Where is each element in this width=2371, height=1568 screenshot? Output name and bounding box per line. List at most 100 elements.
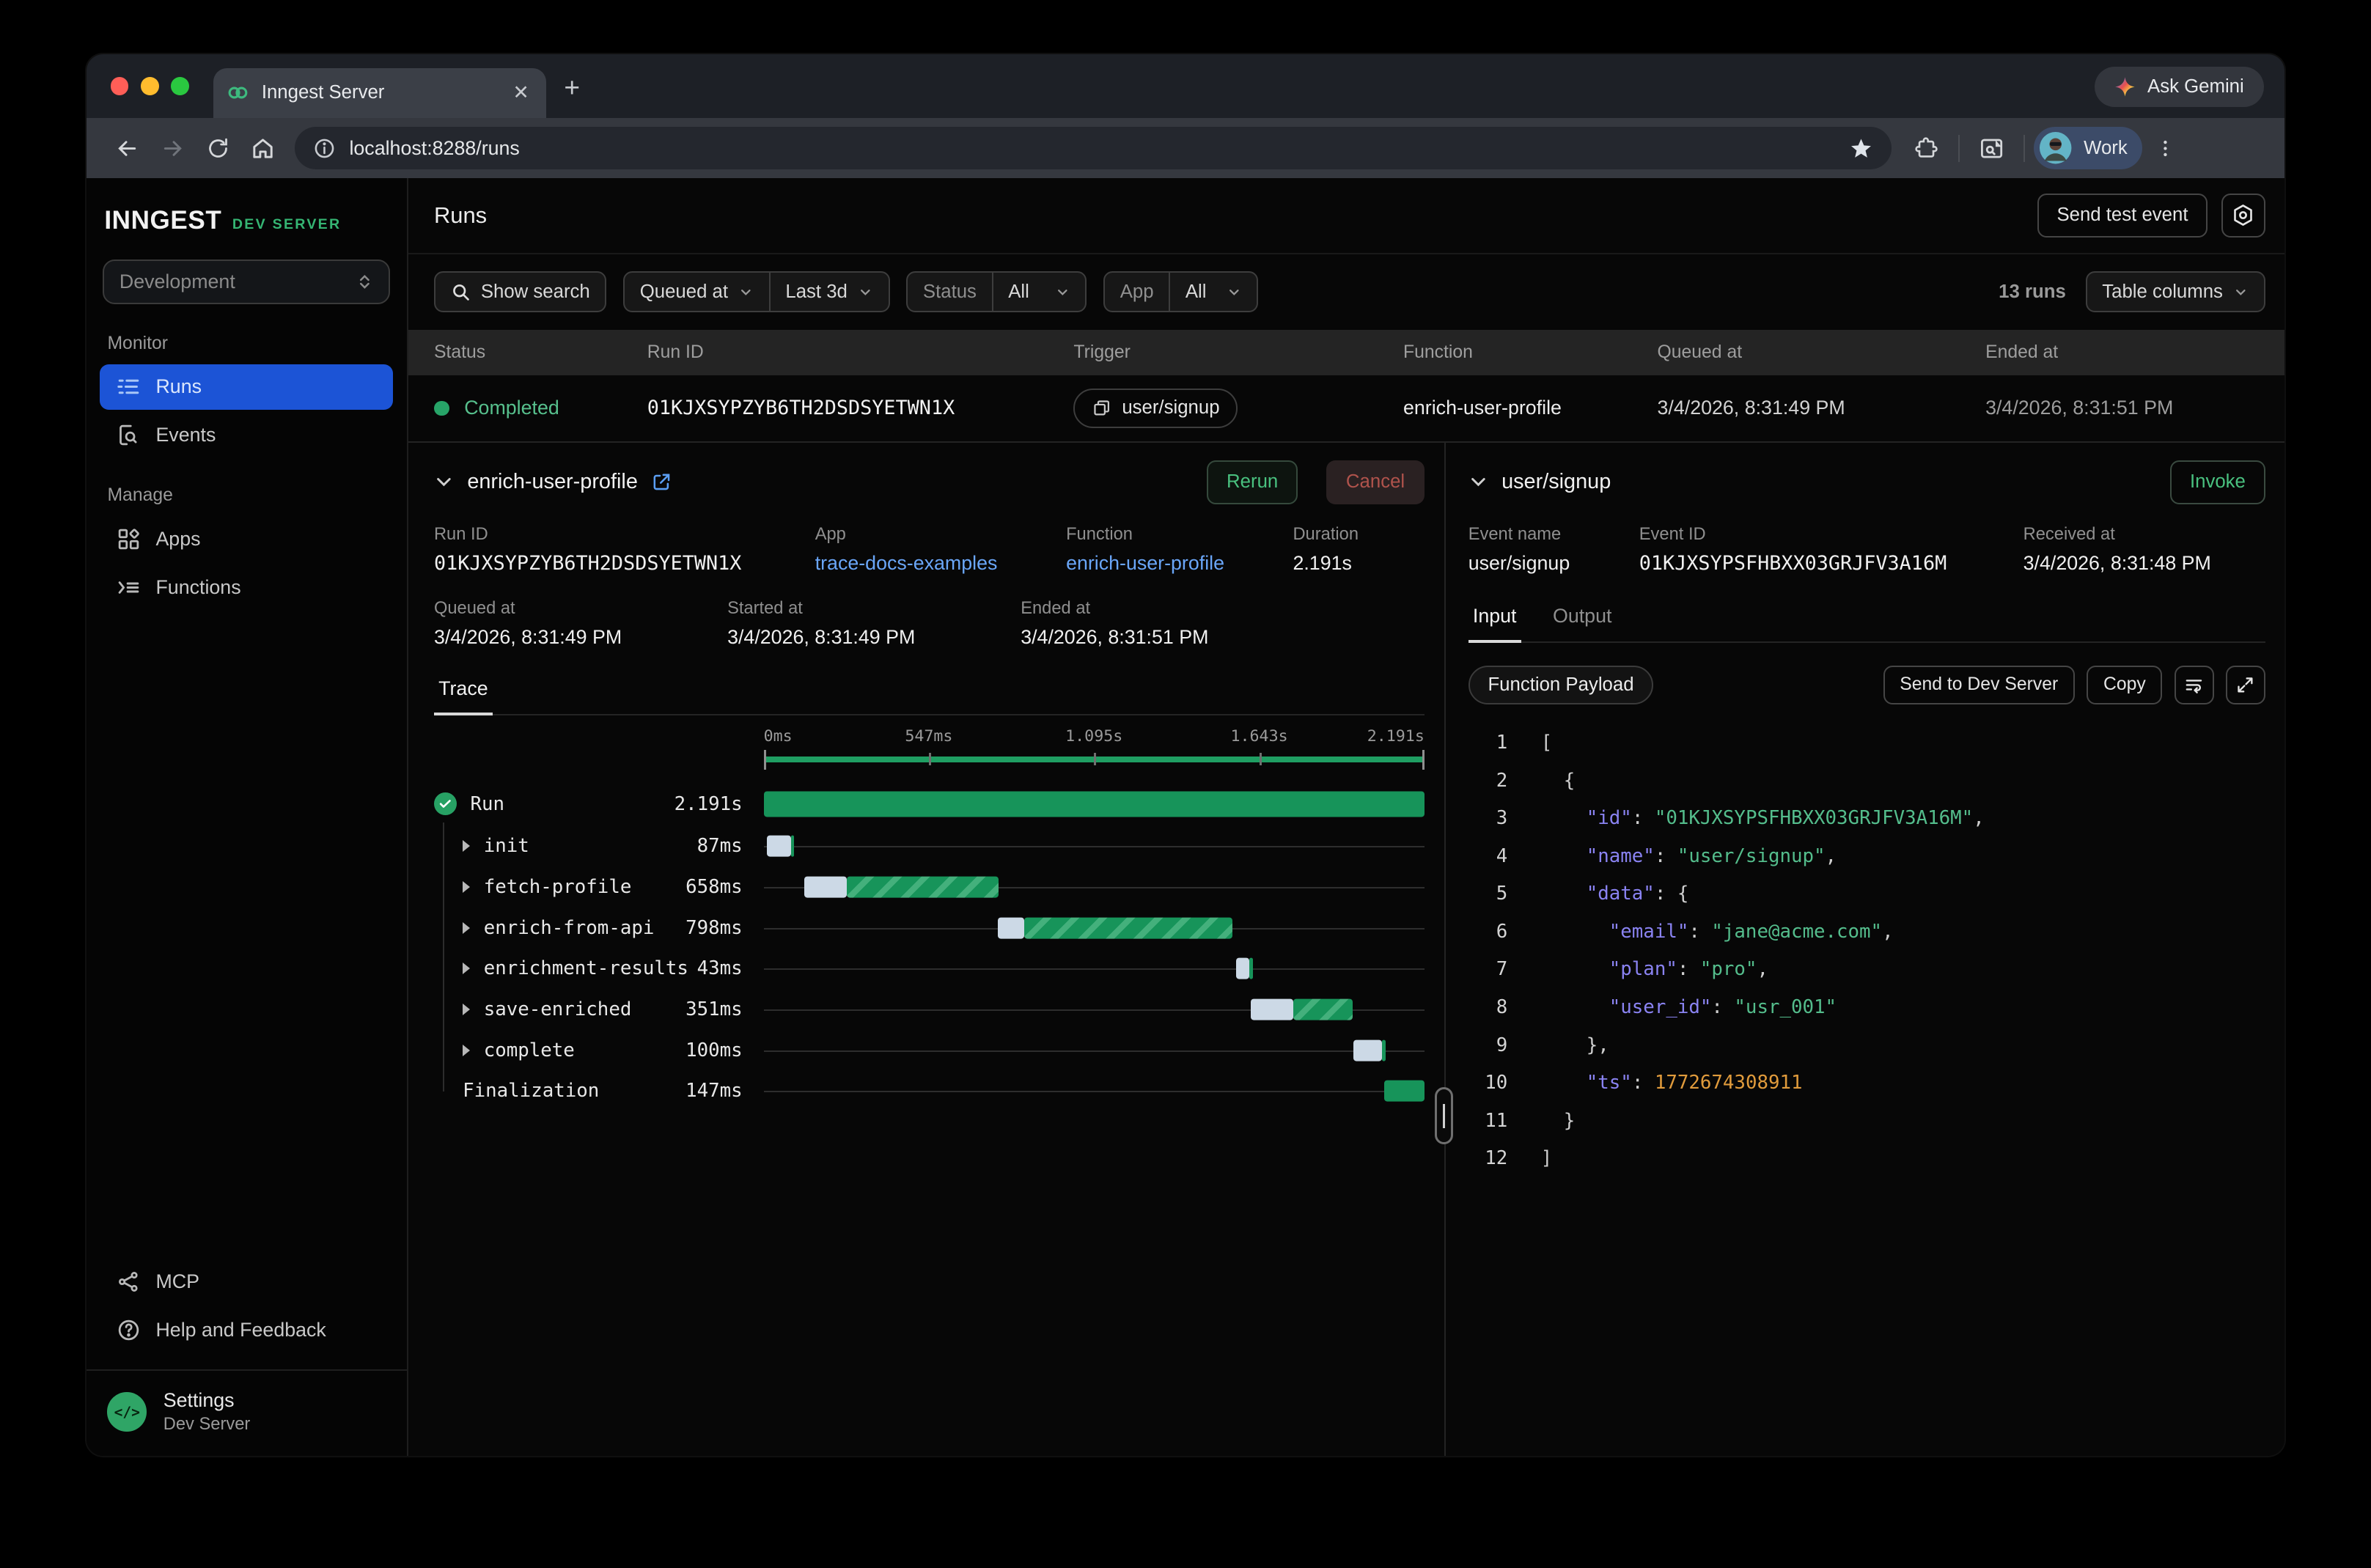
sidebar-item-label: Functions bbox=[155, 576, 240, 599]
sidebar-item-label: Events bbox=[155, 424, 216, 446]
reload-button[interactable] bbox=[195, 125, 240, 171]
sidebar-item-apps[interactable]: Apps bbox=[100, 516, 393, 562]
trace-row-finalization[interactable]: Finalization147ms bbox=[434, 1071, 1425, 1112]
sidebar-item-mcp[interactable]: MCP bbox=[100, 1259, 393, 1305]
app-field: App trace-docs-examples bbox=[815, 525, 1066, 575]
browser-menu-kebab-icon[interactable] bbox=[2142, 125, 2188, 171]
expand-arrow-icon[interactable] bbox=[463, 962, 470, 974]
word-wrap-button[interactable] bbox=[2175, 666, 2214, 705]
expand-button[interactable] bbox=[2226, 666, 2265, 705]
function-cell: enrich-user-profile bbox=[1403, 397, 1658, 419]
code-line: 5 "data": { bbox=[1468, 875, 2265, 913]
app-filter-dropdown[interactable]: All bbox=[1169, 273, 1257, 311]
timeline-minimap[interactable] bbox=[764, 750, 1425, 770]
trace-bar-queued bbox=[1236, 958, 1249, 979]
trace-bar-run bbox=[1249, 958, 1253, 979]
new-tab-button[interactable]: + bbox=[564, 74, 580, 101]
browser-window: Inngest Server ✕ + Ask Gemini bbox=[87, 54, 2285, 1456]
trace-row-enrich-from-api[interactable]: enrich-from-api798ms bbox=[434, 908, 1425, 949]
column-header-trigger[interactable]: Trigger bbox=[1073, 342, 1403, 363]
payload-code-block[interactable]: 1[2 {3 "id": "01KJXSYPSFHBXX03GRJFV3A16M… bbox=[1468, 724, 2265, 1178]
run-table-row[interactable]: Completed 01KJXSYPZYB6TH2DSDSYETWN1X use… bbox=[408, 375, 2285, 442]
expand-arrow-icon[interactable] bbox=[463, 1045, 470, 1056]
collapse-chevron-icon[interactable] bbox=[1468, 472, 1488, 492]
tab-input[interactable]: Input bbox=[1468, 597, 1521, 643]
sidebar-item-settings[interactable]: </> Settings Dev Server bbox=[87, 1371, 407, 1456]
home-button[interactable] bbox=[240, 125, 286, 171]
trace-step-duration: 87ms bbox=[697, 835, 743, 857]
line-number: 1 bbox=[1468, 724, 1508, 762]
axis-tick-label: 547ms bbox=[905, 727, 952, 746]
rerun-button[interactable]: Rerun bbox=[1207, 460, 1298, 504]
site-info-icon[interactable] bbox=[313, 137, 336, 160]
tab-trace[interactable]: Trace bbox=[434, 670, 493, 715]
expand-arrow-icon[interactable] bbox=[463, 1004, 470, 1015]
time-field-dropdown[interactable]: Queued at bbox=[625, 273, 769, 311]
trace-row-fetch-profile[interactable]: fetch-profile658ms bbox=[434, 866, 1425, 908]
gemini-sparkle-icon bbox=[2114, 76, 2136, 97]
sidebar-item-runs[interactable]: Runs bbox=[100, 364, 393, 410]
collapse-chevron-icon[interactable] bbox=[434, 472, 454, 492]
trace-step-name: save-enriched bbox=[484, 998, 632, 1020]
address-bar[interactable]: localhost:8288/runs bbox=[295, 127, 1892, 169]
sidebar-item-help-feedback[interactable]: Help and Feedback bbox=[100, 1308, 393, 1353]
bookmark-star-icon[interactable] bbox=[1849, 136, 1873, 161]
column-header-ended-at[interactable]: Ended at bbox=[1985, 342, 2284, 363]
expand-arrow-icon[interactable] bbox=[463, 840, 470, 852]
trace-row-init[interactable]: init87ms bbox=[434, 825, 1425, 866]
settings-sublabel: Dev Server bbox=[163, 1415, 251, 1435]
status-filter-dropdown[interactable]: All bbox=[992, 273, 1086, 311]
minimize-window-button[interactable] bbox=[141, 77, 159, 95]
expand-arrow-icon[interactable] bbox=[463, 922, 470, 934]
cancel-button[interactable]: Cancel bbox=[1326, 460, 1425, 504]
trigger-pill[interactable]: user/signup bbox=[1073, 389, 1238, 428]
send-to-dev-server-button[interactable]: Send to Dev Server bbox=[1883, 666, 2075, 705]
show-search-button[interactable]: Show search bbox=[434, 271, 606, 312]
trace-bar-run bbox=[847, 877, 999, 898]
copy-button[interactable]: Copy bbox=[2087, 666, 2162, 705]
profile-chip[interactable]: Work bbox=[2034, 127, 2142, 169]
side-panel-search-icon[interactable] bbox=[1969, 125, 2014, 171]
panel-resize-handle[interactable] bbox=[1435, 1087, 1453, 1144]
code-line: 2 { bbox=[1468, 762, 2265, 800]
trigger-label: user/signup bbox=[1122, 397, 1219, 419]
function-link[interactable]: enrich-user-profile bbox=[1066, 552, 1293, 575]
tab-close-icon[interactable]: ✕ bbox=[510, 80, 532, 106]
column-header-queued-at[interactable]: Queued at bbox=[1658, 342, 1986, 363]
invoke-button[interactable]: Invoke bbox=[2170, 460, 2265, 504]
close-window-button[interactable] bbox=[111, 77, 129, 95]
tab-output[interactable]: Output bbox=[1548, 597, 1617, 641]
expand-arrow-icon[interactable] bbox=[463, 881, 470, 893]
table-columns-button[interactable]: Table columns bbox=[2086, 271, 2265, 312]
url-text: localhost:8288/runs bbox=[349, 137, 1835, 160]
column-header-status[interactable]: Status bbox=[434, 342, 647, 363]
column-header-run-id[interactable]: Run ID bbox=[647, 342, 1074, 363]
time-range-dropdown[interactable]: Last 3d bbox=[769, 273, 889, 311]
trace-row-complete[interactable]: complete100ms bbox=[434, 1030, 1425, 1071]
column-header-function[interactable]: Function bbox=[1403, 342, 1658, 363]
chevron-down-icon bbox=[1055, 284, 1070, 300]
trace-row-save-enriched[interactable]: save-enriched351ms bbox=[434, 989, 1425, 1030]
maximize-window-button[interactable] bbox=[171, 77, 189, 95]
forward-button[interactable] bbox=[150, 125, 195, 171]
app-link[interactable]: trace-docs-examples bbox=[815, 552, 1066, 575]
back-button[interactable] bbox=[104, 125, 150, 171]
browser-tab[interactable]: Inngest Server ✕ bbox=[213, 68, 546, 118]
sidebar-item-functions[interactable]: Functions bbox=[100, 564, 393, 610]
external-link-icon[interactable] bbox=[651, 471, 672, 493]
send-test-event-button[interactable]: Send test event bbox=[2037, 194, 2208, 238]
duration-field: Duration 2.191s bbox=[1293, 525, 1424, 575]
trace-row-run[interactable]: Run2.191s bbox=[434, 782, 1425, 826]
filters-bar: Show search Queued at Last 3d Status bbox=[408, 254, 2285, 330]
function-payload-pill[interactable]: Function Payload bbox=[1468, 666, 1654, 705]
status-dot bbox=[434, 401, 449, 416]
settings-gear-button[interactable] bbox=[2221, 194, 2265, 238]
line-number: 9 bbox=[1468, 1027, 1508, 1065]
trace-row-enrichment-results[interactable]: enrichment-results43ms bbox=[434, 949, 1425, 990]
environment-select[interactable]: Development bbox=[103, 260, 390, 305]
ask-gemini-button[interactable]: Ask Gemini bbox=[2095, 67, 2264, 108]
run-id-cell: 01KJXSYPZYB6TH2DSDSYETWN1X bbox=[647, 397, 1074, 419]
sidebar-item-label: Help and Feedback bbox=[155, 1319, 326, 1341]
extensions-icon[interactable] bbox=[1904, 125, 1949, 171]
sidebar-item-events[interactable]: Events bbox=[100, 413, 393, 458]
